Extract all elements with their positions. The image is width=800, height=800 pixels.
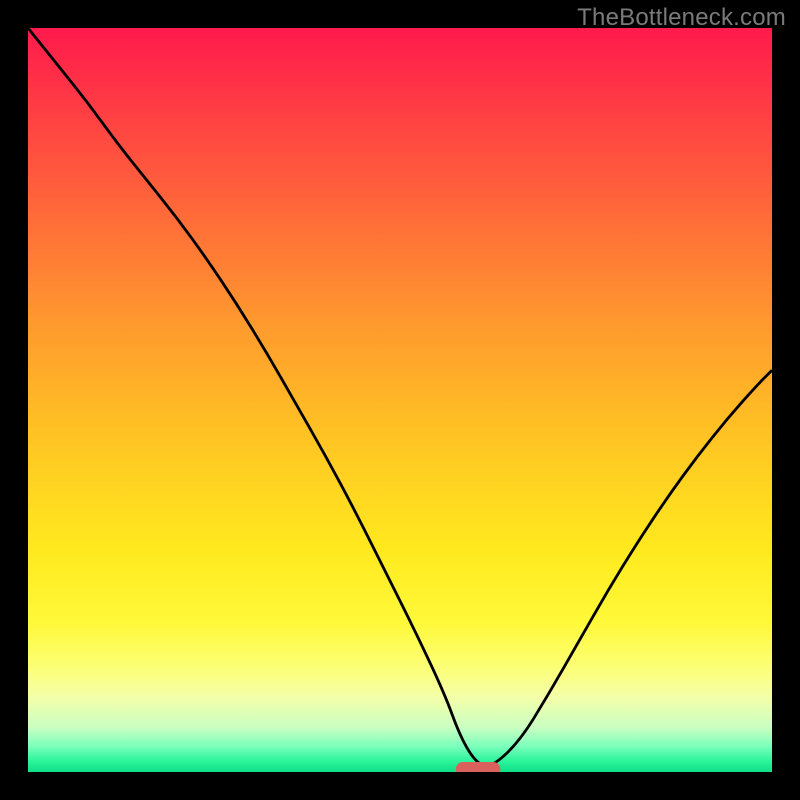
gradient-background bbox=[28, 28, 772, 772]
plot-area bbox=[28, 28, 772, 772]
watermark-text: TheBottleneck.com bbox=[577, 4, 786, 32]
chart-frame: TheBottleneck.com bbox=[0, 0, 800, 800]
optimal-marker bbox=[456, 762, 501, 772]
chart-svg bbox=[28, 28, 772, 772]
